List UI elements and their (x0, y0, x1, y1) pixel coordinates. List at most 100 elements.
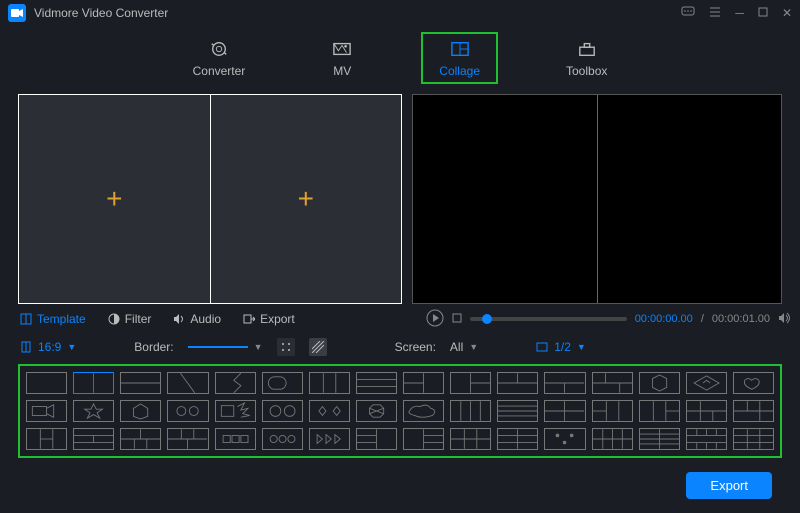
chevron-down-icon: ▼ (469, 342, 478, 352)
collage-slot-1[interactable]: + (19, 95, 211, 303)
screen-value: All (450, 340, 463, 354)
template-item[interactable] (26, 400, 67, 422)
template-item[interactable] (215, 372, 256, 394)
template-item[interactable] (639, 372, 680, 394)
template-item[interactable] (733, 428, 774, 450)
template-item[interactable] (215, 400, 256, 422)
stop-button[interactable] (452, 313, 462, 326)
template-item[interactable] (120, 372, 161, 394)
tab-mv-label: MV (333, 64, 351, 78)
template-item[interactable] (544, 372, 585, 394)
template-item[interactable] (309, 400, 350, 422)
tab-converter-label: Converter (193, 64, 246, 78)
template-item[interactable] (686, 372, 727, 394)
template-item[interactable] (309, 428, 350, 450)
template-item[interactable] (450, 428, 491, 450)
time-total: 00:00:01.00 (712, 313, 770, 325)
collage-editor: + + (18, 94, 402, 304)
chevron-down-icon: ▼ (254, 342, 263, 352)
tab-toolbox[interactable]: Toolbox (548, 32, 625, 84)
aspect-ratio-label: 16:9 (38, 340, 61, 354)
add-icon: + (106, 183, 122, 215)
volume-icon[interactable] (778, 312, 792, 327)
subtab-audio[interactable]: Audio (173, 312, 221, 326)
tab-converter[interactable]: Converter (175, 32, 264, 84)
border-select[interactable]: ▼ (188, 342, 263, 352)
app-logo-icon (8, 4, 26, 22)
aspect-ratio-select[interactable]: 16:9 ▼ (20, 340, 76, 354)
template-item[interactable] (497, 372, 538, 394)
template-item[interactable] (356, 372, 397, 394)
template-item[interactable] (167, 428, 208, 450)
subtab-template[interactable]: Template (20, 312, 86, 326)
export-button[interactable]: Export (686, 472, 772, 499)
preview-panel (412, 94, 782, 304)
template-item[interactable] (450, 372, 491, 394)
subtab-template-label: Template (37, 312, 86, 326)
border-label: Border: (134, 340, 173, 354)
close-icon[interactable]: ✕ (782, 6, 792, 20)
template-item[interactable] (120, 428, 161, 450)
template-item[interactable] (544, 400, 585, 422)
screen-label: Screen: (395, 340, 436, 354)
template-item[interactable] (309, 372, 350, 394)
template-item[interactable] (356, 428, 397, 450)
template-item[interactable] (167, 400, 208, 422)
subtab-export-label: Export (260, 312, 295, 326)
template-item[interactable] (403, 400, 444, 422)
template-item[interactable] (592, 400, 633, 422)
screen-select[interactable]: All ▼ (450, 340, 478, 354)
template-item[interactable] (733, 400, 774, 422)
preview-controls: 00:00:00.00/00:00:01.00 (422, 304, 800, 334)
template-grid (18, 364, 782, 458)
template-item[interactable] (120, 400, 161, 422)
time-current: 00:00:00.00 (635, 313, 693, 325)
template-item[interactable] (73, 372, 114, 394)
template-item[interactable] (544, 428, 585, 450)
maximize-icon[interactable] (758, 6, 768, 20)
border-color-button[interactable] (277, 338, 295, 356)
chat-icon[interactable] (681, 6, 695, 21)
template-item[interactable] (403, 372, 444, 394)
menu-icon[interactable] (709, 6, 721, 21)
template-item[interactable] (262, 372, 303, 394)
template-item[interactable] (26, 372, 67, 394)
template-item[interactable] (26, 428, 67, 450)
play-button[interactable] (426, 309, 444, 330)
template-item[interactable] (686, 400, 727, 422)
template-item[interactable] (262, 428, 303, 450)
collage-slot-2[interactable]: + (211, 95, 402, 303)
template-item[interactable] (356, 400, 397, 422)
template-item[interactable] (639, 400, 680, 422)
chevron-down-icon: ▼ (577, 342, 586, 352)
page-label: 1/2 (554, 340, 571, 354)
template-item[interactable] (639, 428, 680, 450)
template-item[interactable] (686, 428, 727, 450)
tab-collage[interactable]: Collage (421, 32, 498, 84)
template-item[interactable] (403, 428, 444, 450)
options-bar: 16:9 ▼ Border: ▼ Screen: All ▼ 1/2 ▼ (0, 334, 800, 364)
template-item[interactable] (497, 400, 538, 422)
app-title: Vidmore Video Converter (34, 6, 681, 20)
preview-canvas (412, 94, 782, 304)
chevron-down-icon: ▼ (67, 342, 76, 352)
template-item[interactable] (733, 372, 774, 394)
tab-mv[interactable]: MV (313, 32, 371, 84)
add-icon: + (298, 183, 314, 215)
subtab-export[interactable]: Export (243, 312, 295, 326)
subtab-filter[interactable]: Filter (108, 312, 152, 326)
template-item[interactable] (497, 428, 538, 450)
sub-tabs: Template Filter Audio Export (0, 304, 422, 334)
template-item[interactable] (450, 400, 491, 422)
template-item[interactable] (592, 372, 633, 394)
template-item[interactable] (215, 428, 256, 450)
template-item[interactable] (73, 400, 114, 422)
template-item[interactable] (592, 428, 633, 450)
preview-progress[interactable] (470, 317, 627, 321)
minimize-icon[interactable]: ─ (735, 6, 744, 20)
template-item[interactable] (167, 372, 208, 394)
template-item[interactable] (262, 400, 303, 422)
page-select[interactable]: 1/2 ▼ (536, 340, 586, 354)
template-item[interactable] (73, 428, 114, 450)
border-pattern-button[interactable] (309, 338, 327, 356)
